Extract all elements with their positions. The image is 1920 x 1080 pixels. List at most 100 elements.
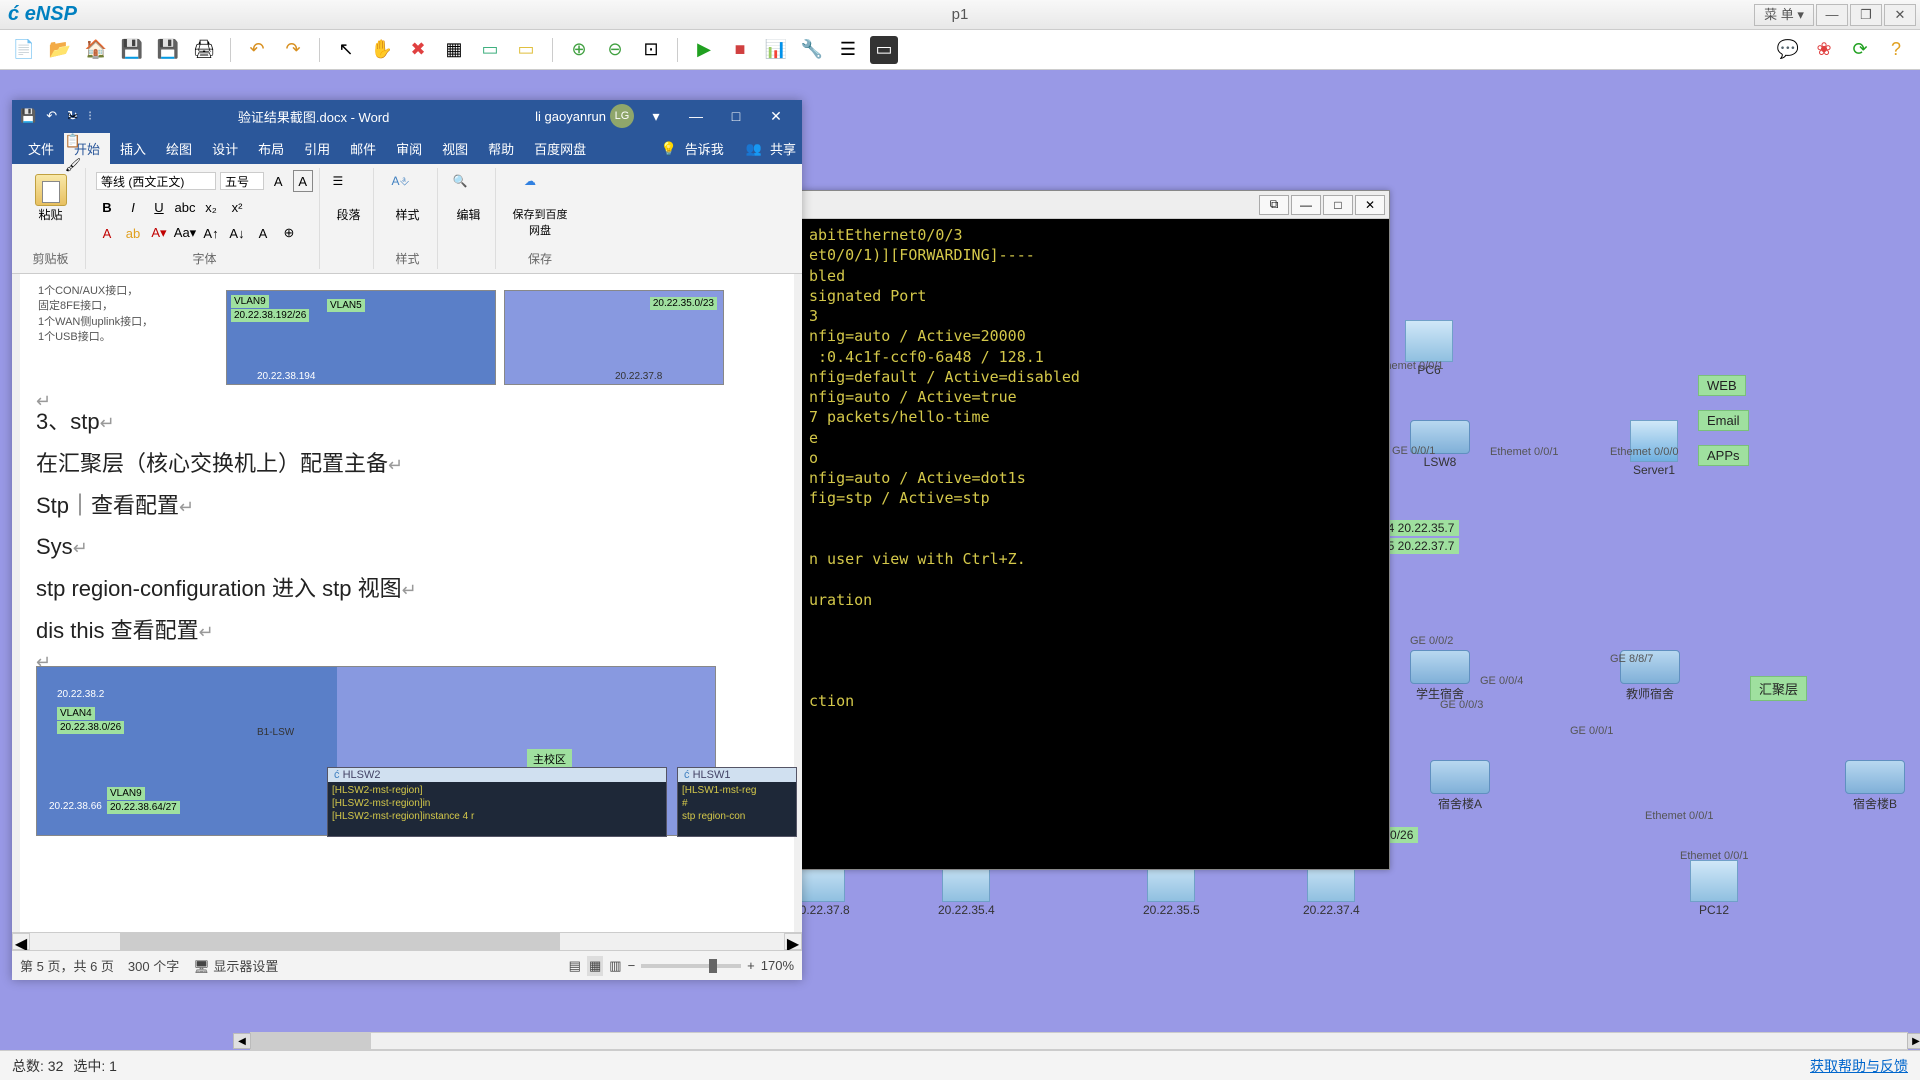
scroll-right-icon[interactable]: ▶ bbox=[1907, 1033, 1920, 1049]
device-huisheloua[interactable]: 宿舍楼A bbox=[1430, 760, 1490, 813]
clear-format-button[interactable]: A bbox=[252, 222, 274, 244]
delete-icon[interactable]: ✖ bbox=[404, 36, 432, 64]
word-undo-icon[interactable]: ↶ bbox=[46, 108, 57, 124]
word-save-icon[interactable]: 💾 bbox=[20, 108, 36, 124]
terminal-dock-button[interactable]: ⧉ bbox=[1259, 195, 1289, 215]
shrink-font-button[interactable]: A↓ bbox=[226, 222, 248, 244]
italic-button[interactable]: I bbox=[122, 196, 144, 218]
chat-icon[interactable]: 💬 bbox=[1774, 36, 1802, 64]
home-icon[interactable]: 🏠 bbox=[82, 36, 110, 64]
tab-insert[interactable]: 插入 bbox=[110, 133, 156, 164]
styles-button[interactable]: A⎀样式 bbox=[384, 170, 431, 227]
tab-help[interactable]: 帮助 bbox=[478, 133, 524, 164]
terminal-close-button[interactable]: ✕ bbox=[1355, 195, 1385, 215]
word-user-avatar[interactable]: LG bbox=[610, 104, 634, 128]
scroll-thumb[interactable] bbox=[251, 1033, 371, 1049]
zoom-out-icon[interactable]: ⊖ bbox=[601, 36, 629, 64]
editing-button[interactable]: 🔍编辑 bbox=[448, 170, 489, 227]
fit-icon[interactable]: ⊡ bbox=[637, 36, 665, 64]
tab-review[interactable]: 审阅 bbox=[386, 133, 432, 164]
feedback-link[interactable]: 获取帮助与反馈 bbox=[1810, 1056, 1908, 1076]
terminal-titlebar[interactable]: ⧉ — □ ✕ bbox=[801, 191, 1389, 219]
open-icon[interactable]: 📂 bbox=[46, 36, 74, 64]
word-maximize-button[interactable]: □ bbox=[718, 104, 754, 128]
doc-scroll-thumb[interactable] bbox=[120, 933, 560, 950]
tool-icon[interactable]: ▦ bbox=[440, 36, 468, 64]
word-titlebar[interactable]: 💾 ↶ ↻ ⁝ 验证结果截图.docx - Word li gaoyanrun … bbox=[12, 100, 802, 132]
undo-icon[interactable]: ↶ bbox=[243, 36, 271, 64]
minimize-button[interactable]: — bbox=[1816, 4, 1848, 26]
font-name-select[interactable] bbox=[96, 172, 216, 190]
doc-scroll-left[interactable]: ◀ bbox=[12, 933, 30, 950]
view-mode-print-icon[interactable]: ▦ bbox=[587, 956, 603, 976]
close-button[interactable]: ✕ bbox=[1884, 4, 1916, 26]
screen-icon[interactable]: ▭ bbox=[870, 36, 898, 64]
note-icon[interactable]: ▭ bbox=[512, 36, 540, 64]
print-icon[interactable]: 🖨 bbox=[190, 36, 218, 64]
change-case-button[interactable]: Aa▾ bbox=[174, 222, 196, 244]
device-xueshenghuishe[interactable]: 学生宿舍 bbox=[1410, 650, 1470, 703]
terminal-minimize-button[interactable]: — bbox=[1291, 195, 1321, 215]
tab-view[interactable]: 视图 bbox=[432, 133, 478, 164]
tab-baidu[interactable]: 百度网盘 bbox=[524, 133, 596, 164]
copy-icon[interactable]: 📋 bbox=[62, 130, 84, 152]
zoom-in-button[interactable]: + bbox=[747, 958, 755, 973]
help-icon[interactable]: ? bbox=[1882, 36, 1910, 64]
doc-scroll-right[interactable]: ▶ bbox=[784, 933, 802, 950]
saveall-icon[interactable]: 💾 bbox=[154, 36, 182, 64]
list-icon[interactable]: ☰ bbox=[834, 36, 862, 64]
page-indicator[interactable]: 第 5 页，共 6 页 bbox=[20, 956, 114, 975]
device-huisheloub[interactable]: 宿舍楼B bbox=[1845, 760, 1905, 813]
word-document-area[interactable]: 1个CON/AUX接口， 固定8FE接口， 1个WAN侧uplink接口， 1个… bbox=[12, 274, 802, 950]
ensp-menu-button[interactable]: 菜 单 ▾ bbox=[1754, 4, 1814, 26]
superscript-button[interactable]: x² bbox=[226, 196, 248, 218]
paste-button[interactable]: 粘贴 bbox=[22, 170, 79, 227]
baidu-save-button[interactable]: ☁保存到百度网盘 bbox=[506, 170, 574, 242]
display-settings[interactable]: 🖥 显示器设置 bbox=[193, 956, 278, 975]
font-color-button[interactable]: A bbox=[96, 222, 118, 244]
view-mode-read-icon[interactable]: ▤ bbox=[569, 958, 581, 974]
strike-button[interactable]: abc bbox=[174, 196, 196, 218]
zoom-level[interactable]: 170% bbox=[761, 958, 794, 973]
canvas-hscrollbar[interactable]: ◀ ▶ bbox=[250, 1032, 1908, 1050]
tab-layout[interactable]: 布局 bbox=[248, 133, 294, 164]
word-ribbon-opts-icon[interactable]: ▾ bbox=[638, 104, 674, 128]
tab-file[interactable]: 文件 bbox=[18, 133, 64, 164]
redo-icon[interactable]: ↷ bbox=[279, 36, 307, 64]
subscript-button[interactable]: x₂ bbox=[200, 196, 222, 218]
word-close-button[interactable]: ✕ bbox=[758, 104, 794, 128]
grow-font-icon[interactable]: A bbox=[268, 170, 289, 192]
underline-button[interactable]: U bbox=[148, 196, 170, 218]
pan-icon[interactable]: ✋ bbox=[368, 36, 396, 64]
word-minimize-button[interactable]: — bbox=[678, 104, 714, 128]
tool2-icon[interactable]: 🔧 bbox=[798, 36, 826, 64]
format-painter-icon[interactable]: 🖌 bbox=[62, 154, 84, 176]
zoom-out-button[interactable]: − bbox=[628, 958, 636, 973]
grow-font2-button[interactable]: A↑ bbox=[200, 222, 222, 244]
new-icon[interactable]: 📄 bbox=[10, 36, 38, 64]
refresh-icon[interactable]: ⟳ bbox=[1846, 36, 1874, 64]
paragraph-button[interactable]: ☰段落 bbox=[330, 170, 367, 227]
zoom-in-icon[interactable]: ⊕ bbox=[565, 36, 593, 64]
font-color2-button[interactable]: A▾ bbox=[148, 222, 170, 244]
pointer-icon[interactable]: ↖ bbox=[332, 36, 360, 64]
cut-icon[interactable]: ✂ bbox=[62, 106, 84, 128]
enclose-button[interactable]: ⊕ bbox=[278, 222, 300, 244]
share-button[interactable]: 共享 bbox=[770, 139, 796, 158]
word-count[interactable]: 300 个字 bbox=[128, 956, 179, 975]
tab-mailings[interactable]: 邮件 bbox=[340, 133, 386, 164]
stop-icon[interactable]: ■ bbox=[726, 36, 754, 64]
terminal-output[interactable]: abitEthernet0/0/3 et0/0/1)][FORWARDING]-… bbox=[801, 219, 1389, 869]
highlight-button[interactable]: ab bbox=[122, 222, 144, 244]
font-box-icon[interactable]: A bbox=[293, 170, 314, 192]
save-icon[interactable]: 💾 bbox=[118, 36, 146, 64]
tell-me[interactable]: 告诉我 bbox=[685, 139, 724, 158]
capture-icon[interactable]: 📊 bbox=[762, 36, 790, 64]
rect-icon[interactable]: ▭ bbox=[476, 36, 504, 64]
scroll-left-icon[interactable]: ◀ bbox=[233, 1033, 251, 1049]
terminal-maximize-button[interactable]: □ bbox=[1323, 195, 1353, 215]
maximize-button[interactable]: ❐ bbox=[1850, 4, 1882, 26]
bold-button[interactable]: B bbox=[96, 196, 118, 218]
tab-references[interactable]: 引用 bbox=[294, 133, 340, 164]
view-mode-web-icon[interactable]: ▥ bbox=[609, 958, 621, 974]
